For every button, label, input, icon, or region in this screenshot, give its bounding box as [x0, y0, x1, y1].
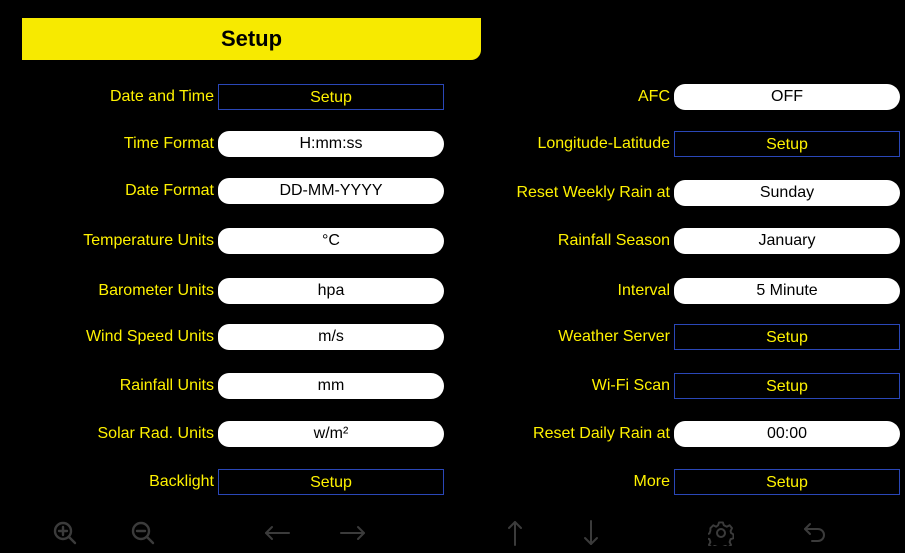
setting-row-rainfall-units: Rainfall Units mm — [0, 373, 460, 399]
setting-row-backlight: Backlight Setup — [0, 469, 460, 495]
back-icon[interactable] — [800, 518, 830, 548]
setting-label: More — [633, 473, 670, 490]
longitude-latitude-setup-button[interactable]: Setup — [674, 131, 900, 157]
setting-row-wind-speed-units: Wind Speed Units m/s — [0, 324, 460, 350]
setting-row-rainfall-season: Rainfall Season January — [460, 228, 905, 254]
setting-row-afc: AFC OFF — [460, 84, 905, 110]
zoom-in-icon[interactable] — [50, 518, 80, 548]
arrow-down-icon[interactable] — [576, 518, 606, 548]
temperature-units-field[interactable]: °C — [218, 228, 444, 254]
reset-weekly-rain-field[interactable]: Sunday — [674, 180, 900, 206]
solar-rad-units-field[interactable]: w/m² — [218, 421, 444, 447]
setting-label: Barometer Units — [98, 282, 214, 299]
setting-row-longitude-latitude: Longitude-Latitude Setup — [460, 131, 905, 157]
setting-row-weather-server: Weather Server Setup — [460, 324, 905, 350]
setting-label: Backlight — [149, 473, 214, 490]
setting-row-date-format: Date Format DD-MM-YYYY — [0, 178, 460, 204]
setting-row-more: More Setup — [460, 469, 905, 495]
afc-field[interactable]: OFF — [674, 84, 900, 110]
setting-row-interval: Interval 5 Minute — [460, 278, 905, 304]
setting-row-barometer-units: Barometer Units hpa — [0, 278, 460, 304]
setting-label: Reset Weekly Rain at — [516, 184, 670, 201]
date-format-field[interactable]: DD-MM-YYYY — [218, 178, 444, 204]
setting-label: Date and Time — [109, 88, 214, 105]
reset-daily-rain-field[interactable]: 00:00 — [674, 421, 900, 447]
left-settings-column: Date and Time Setup Time Format H:mm:ss … — [0, 0, 460, 553]
gear-icon[interactable] — [705, 518, 736, 551]
setting-label: Weather Server — [558, 328, 670, 345]
setting-label: Time Format — [123, 135, 214, 152]
setting-row-temperature-units: Temperature Units °C — [0, 228, 460, 254]
setting-row-solar-rad-units: Solar Rad. Units w/m² — [0, 421, 460, 447]
interval-field[interactable]: 5 Minute — [674, 278, 900, 304]
setting-label: Longitude-Latitude — [537, 135, 670, 152]
more-setup-button[interactable]: Setup — [674, 469, 900, 495]
setting-label: Wind Speed Units — [85, 328, 214, 345]
wifi-scan-setup-button[interactable]: Setup — [674, 373, 900, 399]
setting-label: Rainfall Season — [557, 232, 670, 249]
setting-label: Interval — [617, 282, 670, 299]
rainfall-units-field[interactable]: mm — [218, 373, 444, 399]
setting-label: AFC — [638, 88, 670, 105]
arrow-up-icon[interactable] — [500, 518, 530, 548]
barometer-units-field[interactable]: hpa — [218, 278, 444, 304]
setting-row-time-format: Time Format H:mm:ss — [0, 131, 460, 157]
arrow-right-icon[interactable] — [338, 518, 368, 548]
time-format-field[interactable]: H:mm:ss — [218, 131, 444, 157]
setting-row-wifi-scan: Wi-Fi Scan Setup — [460, 373, 905, 399]
setting-row-reset-daily-rain: Reset Daily Rain at 00:00 — [460, 421, 905, 447]
setting-label: Rainfall Units — [119, 377, 214, 394]
setting-row-reset-weekly-rain: Reset Weekly Rain at Sunday — [460, 180, 905, 206]
setting-label: Reset Daily Rain at — [533, 425, 670, 442]
backlight-setup-button[interactable]: Setup — [218, 469, 444, 495]
arrow-left-icon[interactable] — [262, 518, 292, 548]
setting-label: Solar Rad. Units — [97, 425, 215, 442]
setup-screen: Setup Date and Time Setup Time Format H:… — [0, 0, 905, 553]
zoom-out-icon[interactable] — [128, 518, 158, 548]
setting-row-date-and-time: Date and Time Setup — [0, 84, 460, 110]
date-and-time-setup-button[interactable]: Setup — [218, 84, 444, 110]
bottom-toolbar — [0, 508, 905, 553]
right-settings-column: AFC OFF Longitude-Latitude Setup Reset W… — [460, 0, 905, 553]
wind-speed-units-field[interactable]: m/s — [218, 324, 444, 350]
setting-label: Wi-Fi Scan — [591, 377, 670, 394]
rainfall-season-field[interactable]: January — [674, 228, 900, 254]
setting-label: Date Format — [125, 182, 214, 199]
weather-server-setup-button[interactable]: Setup — [674, 324, 900, 350]
setting-label: Temperature Units — [83, 232, 214, 249]
